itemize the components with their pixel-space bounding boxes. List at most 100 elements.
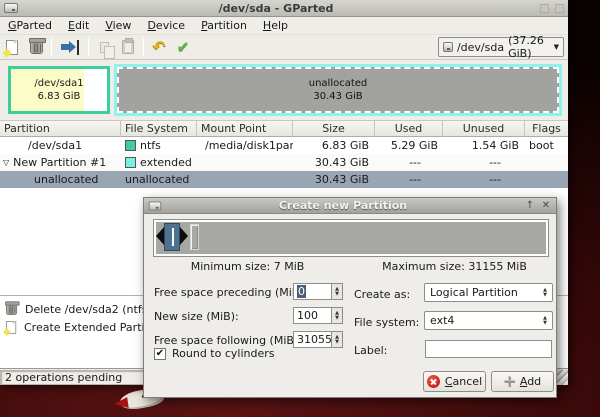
- cell-used: 5.29 GiB: [375, 137, 443, 154]
- harddrive-icon: [443, 42, 453, 52]
- partition-block-size: 30.43 GiB: [313, 90, 362, 103]
- device-selector[interactable]: /dev/sda (37.26 GiB) ▼: [438, 37, 564, 57]
- copy-button[interactable]: [92, 36, 116, 58]
- spinner-arrows-icon[interactable]: ▲▼: [331, 331, 343, 348]
- table-row-sda1[interactable]: /dev/sda1 ntfs /media/disk1part1 6.83 Gi…: [0, 137, 568, 154]
- toolbar: ↶ ✔ /dev/sda (37.26 GiB) ▼: [0, 35, 568, 60]
- column-header-used[interactable]: Used: [375, 121, 443, 137]
- slider-right-arrow-handle[interactable]: [180, 227, 188, 245]
- delete-operation-icon: [6, 303, 17, 315]
- apply-button[interactable]: ✔: [171, 36, 195, 58]
- menu-view[interactable]: View: [97, 17, 139, 34]
- window-titlebar[interactable]: /dev/sda - GParted: [0, 0, 568, 17]
- checkbox-check-icon[interactable]: ✔: [154, 348, 166, 360]
- cell-mountpoint: [197, 171, 293, 188]
- resize-move-icon: [61, 40, 79, 55]
- create-partition-dialog: Create new Partition ↑ ✕ Minimum size: 7…: [143, 197, 557, 398]
- slider-center-line: [172, 228, 174, 246]
- resize-move-button[interactable]: [55, 36, 85, 58]
- plus-icon: [504, 376, 515, 387]
- harddrive-icon: [4, 3, 18, 13]
- dropdown-arrows-icon: ▲▼: [543, 288, 547, 298]
- create-as-label: Create as:: [354, 288, 410, 301]
- trash-icon: [30, 40, 43, 54]
- create-as-value: Logical Partition: [430, 286, 518, 299]
- add-button[interactable]: Add: [491, 371, 554, 392]
- partition-block-name: unallocated: [309, 77, 368, 90]
- table-row-unallocated-selected[interactable]: unallocated unallocated 30.43 GiB --- --…: [0, 171, 568, 188]
- toolbar-separator: [143, 38, 144, 56]
- free-following-spinner[interactable]: 31055 ▲▼: [293, 331, 343, 348]
- table-header-row: Partition File System Mount Point Size U…: [0, 121, 568, 137]
- dialog-title: Create new Partition: [166, 199, 520, 212]
- dropdown-arrows-icon: ▲▼: [543, 316, 547, 326]
- new-size-spinner[interactable]: 100 ▲▼: [293, 307, 343, 324]
- close-button[interactable]: [555, 4, 564, 13]
- dialog-titlebar[interactable]: Create new Partition ↑ ✕: [144, 198, 556, 214]
- slider-left-arrow-handle[interactable]: [156, 227, 164, 245]
- free-preceding-spinner[interactable]: 0 ▲▼: [293, 283, 343, 300]
- partition-size-slider[interactable]: [153, 219, 549, 257]
- desktop-background: /dev/sda - GParted GParted Edit View Dev…: [0, 0, 600, 417]
- column-header-flags[interactable]: Flags: [525, 121, 568, 137]
- partition-block-unallocated[interactable]: unallocated 30.43 GiB: [114, 64, 562, 116]
- round-to-cylinders-label: Round to cylinders: [172, 347, 275, 360]
- shade-button[interactable]: ↑: [524, 200, 536, 212]
- menu-device[interactable]: Device: [139, 17, 193, 34]
- create-operation-icon: [6, 321, 16, 334]
- maximize-button[interactable]: [540, 4, 549, 13]
- cell-used: ---: [375, 171, 443, 188]
- menu-gparted[interactable]: GParted: [0, 17, 60, 34]
- new-size-label: New size (MiB):: [154, 310, 239, 323]
- column-header-partition[interactable]: Partition: [0, 121, 121, 137]
- free-following-label: Free space following (MiB):: [154, 334, 302, 347]
- free-preceding-entry[interactable]: 0: [293, 283, 331, 300]
- menu-bar: GParted Edit View Device Partition Help: [0, 17, 568, 35]
- create-as-dropdown[interactable]: Logical Partition ▲▼: [424, 283, 553, 302]
- size-limits-row: Minimum size: 7 MiB Maximum size: 31155 …: [144, 260, 558, 273]
- label-input[interactable]: [425, 340, 552, 358]
- menu-edit[interactable]: Edit: [60, 17, 97, 34]
- menu-help[interactable]: Help: [255, 17, 296, 34]
- file-system-dropdown[interactable]: ext4 ▲▼: [424, 311, 553, 330]
- column-header-unused[interactable]: Unused: [443, 121, 525, 137]
- free-preceding-label: Free space preceding (MiB):: [154, 286, 307, 299]
- column-header-size[interactable]: Size: [293, 121, 375, 137]
- partition-block-size: 6.83 GiB: [38, 90, 81, 103]
- maximum-size-label: Maximum size: 31155 MiB: [351, 260, 558, 273]
- undo-button[interactable]: ↶: [147, 36, 171, 58]
- device-size: (37.26 GiB): [508, 34, 550, 60]
- spinner-arrows-icon[interactable]: ▲▼: [331, 307, 343, 324]
- slider-partition-segment[interactable]: [164, 223, 180, 251]
- column-header-filesystem[interactable]: File System: [121, 121, 197, 137]
- cell-partition: ▽ New Partition #1: [0, 154, 121, 171]
- column-header-mountpoint[interactable]: Mount Point: [197, 121, 293, 137]
- new-size-entry[interactable]: 100: [293, 307, 331, 324]
- delete-partition-button[interactable]: [24, 36, 48, 58]
- apply-icon: ✔: [177, 40, 190, 55]
- cell-mountpoint: [197, 154, 293, 171]
- partition-block-name: /dev/sda1: [34, 77, 83, 90]
- dialog-close-button[interactable]: ✕: [540, 200, 552, 212]
- cell-partition: /dev/sda1: [0, 137, 121, 154]
- cell-unused: ---: [443, 154, 525, 171]
- expander-icon[interactable]: ▽: [3, 158, 9, 167]
- menu-partition[interactable]: Partition: [193, 17, 255, 34]
- cell-size: 30.43 GiB: [293, 171, 375, 188]
- partition-block-sda1[interactable]: /dev/sda1 6.83 GiB: [8, 66, 110, 114]
- unallocated-dashed-area: unallocated 30.43 GiB: [117, 67, 559, 113]
- spinner-arrows-icon[interactable]: ▲▼: [331, 283, 343, 300]
- cell-filesystem: extended: [121, 154, 197, 171]
- new-partition-icon: [6, 40, 18, 55]
- cell-filesystem: unallocated: [121, 171, 197, 188]
- cancel-button[interactable]: Cancel: [423, 371, 486, 392]
- table-row-new-partition[interactable]: ▽ New Partition #1 extended 30.43 GiB --…: [0, 154, 568, 171]
- new-partition-button[interactable]: [0, 36, 24, 58]
- free-following-entry[interactable]: 31055: [293, 331, 331, 348]
- file-system-label: File system:: [354, 316, 419, 329]
- round-to-cylinders-checkbox[interactable]: ✔ Round to cylinders: [154, 347, 275, 360]
- slider-grip[interactable]: [190, 224, 199, 250]
- window-title: /dev/sda - GParted: [18, 2, 534, 15]
- dialog-icon: [149, 201, 162, 210]
- paste-button[interactable]: [116, 36, 140, 58]
